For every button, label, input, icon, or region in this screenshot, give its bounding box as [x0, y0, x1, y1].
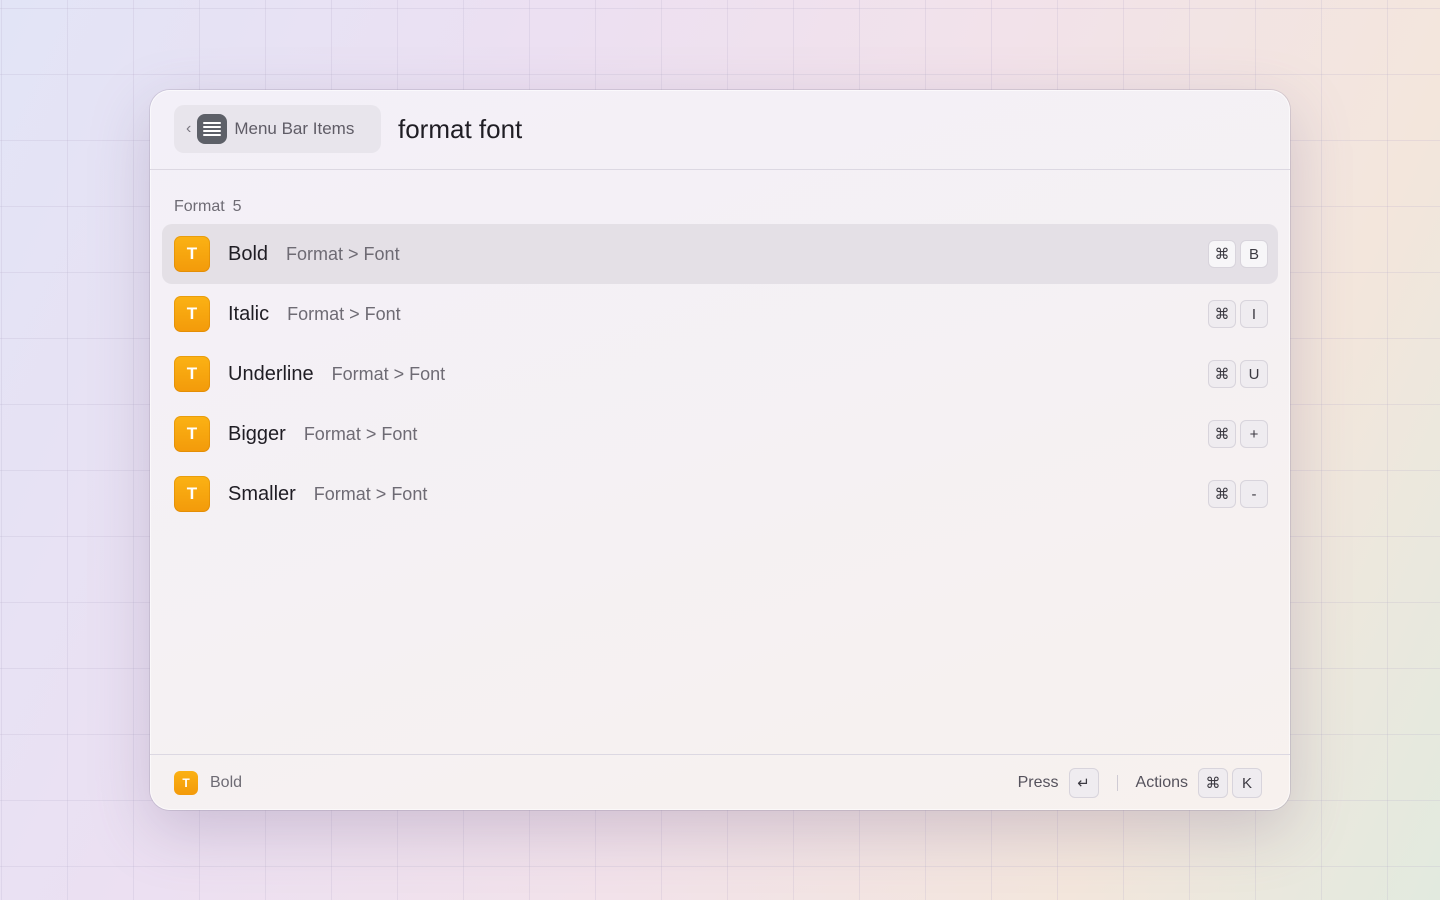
text-format-icon: T: [174, 476, 210, 512]
selected-item-label: Bold: [210, 774, 243, 791]
section-header: Format 5: [174, 198, 242, 216]
shortcut-key: I: [1240, 300, 1268, 328]
list-item-bold[interactable]: T Bold Format > Font ⌘ B: [162, 224, 1278, 284]
enter-key[interactable]: ↵: [1068, 768, 1099, 798]
list-item-underline[interactable]: T Underline Format > Font ⌘ U: [162, 344, 1278, 404]
command-key: ⌘: [1208, 420, 1236, 448]
command-key: ⌘: [1208, 300, 1236, 328]
search-input[interactable]: format font: [398, 114, 522, 145]
item-subtitle: Format > Font: [331, 364, 446, 384]
item-title: Underline: [228, 363, 314, 385]
shortcut-keys: ⌘ I: [1208, 300, 1268, 328]
shortcut-key: +: [1240, 420, 1268, 448]
shortcut-keys: ⌘ +: [1208, 420, 1268, 448]
chevron-left-icon: ‹: [186, 120, 192, 137]
command-key[interactable]: ⌘: [1198, 768, 1228, 798]
shortcut-keys: ⌘ -: [1208, 480, 1268, 508]
section-count: 5: [232, 198, 242, 215]
command-key: ⌘: [1208, 240, 1236, 268]
menu-list-icon: [197, 114, 228, 144]
shortcut-key: -: [1240, 480, 1268, 508]
text-format-icon: T: [174, 416, 210, 452]
back-button[interactable]: ‹ Menu Bar Items: [174, 105, 381, 153]
action-bar: T Bold Press ↵ Actions ⌘ K: [150, 754, 1290, 810]
primary-action-label[interactable]: Press: [1018, 774, 1059, 792]
item-title: Bigger: [228, 423, 286, 445]
text-format-icon: T: [174, 771, 198, 795]
divider: [1116, 775, 1118, 791]
command-key: ⌘: [1208, 360, 1236, 388]
item-title: Bold: [228, 243, 269, 265]
list-item-italic[interactable]: T Italic Format > Font ⌘ I: [162, 284, 1278, 344]
shortcut-key: U: [1240, 360, 1268, 388]
section-title: Format: [174, 198, 225, 215]
list-item-bigger[interactable]: T Bigger Format > Font ⌘ +: [162, 404, 1278, 464]
shortcut-key: B: [1240, 240, 1268, 268]
item-title: Smaller: [228, 483, 296, 505]
text-format-icon: T: [174, 236, 210, 272]
shortcut-keys: ⌘ U: [1208, 360, 1268, 388]
results-list: T Bold Format > Font ⌘ B T Italic Format >…: [162, 224, 1278, 524]
back-label: Menu Bar Items: [234, 119, 355, 138]
item-subtitle: Format > Font: [287, 304, 401, 324]
launcher-window: ‹ Menu Bar Items format font Format 5 T B…: [150, 90, 1290, 810]
command-key: ⌘: [1208, 480, 1236, 508]
actions-button[interactable]: Actions: [1136, 774, 1188, 792]
shortcut-keys: ⌘ B: [1208, 240, 1268, 268]
header: ‹ Menu Bar Items format font: [150, 90, 1290, 170]
item-title: Italic: [228, 303, 270, 325]
text-format-icon: T: [174, 296, 210, 332]
k-key[interactable]: K: [1232, 768, 1262, 798]
text-format-icon: T: [174, 356, 210, 392]
item-subtitle: Format > Font: [313, 484, 428, 504]
item-subtitle: Format > Font: [303, 424, 418, 444]
list-item-smaller[interactable]: T Smaller Format > Font ⌘ -: [162, 464, 1278, 524]
item-subtitle: Format > Font: [286, 244, 400, 264]
